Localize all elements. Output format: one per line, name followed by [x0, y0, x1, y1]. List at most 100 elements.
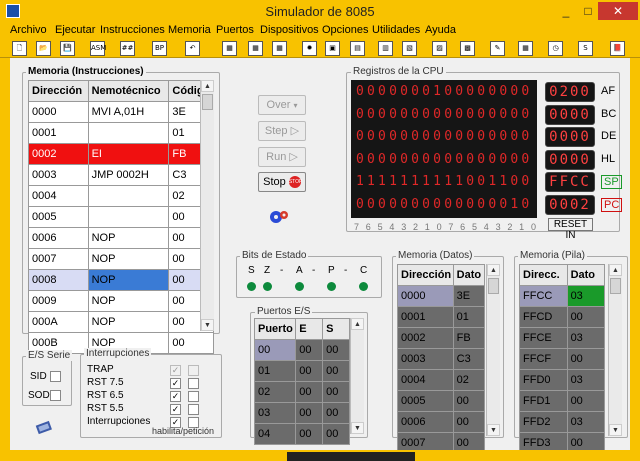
row-mnemonic[interactable]: MVI A,01H	[87, 101, 170, 123]
port-number[interactable]: 02	[253, 381, 297, 403]
data-value[interactable]: 02	[452, 369, 486, 391]
data-value[interactable]: 01	[452, 306, 486, 328]
port-out[interactable]: 00	[322, 360, 350, 382]
data-row[interactable]: 0002 FB	[397, 327, 486, 349]
menu-opciones[interactable]: Opciones	[322, 24, 368, 36]
row-address[interactable]: 0003	[28, 164, 89, 186]
instruction-row[interactable]: 0006 NOP 00	[28, 227, 214, 249]
register-hex-sp[interactable]: FFCC	[545, 172, 595, 192]
row-address[interactable]: 0008	[28, 269, 89, 291]
row-mnemonic[interactable]: NOP	[87, 269, 170, 291]
asm-icon[interactable]: ASM	[90, 41, 106, 56]
instruction-row[interactable]: 0008 NOP 00	[28, 269, 214, 291]
menu-utilidades[interactable]: Utilidades	[372, 24, 420, 36]
data-address[interactable]: 0005	[397, 390, 454, 412]
stack-row[interactable]: FFCC 03	[519, 285, 606, 307]
port-in[interactable]: 00	[295, 423, 324, 445]
row-address[interactable]: 0009	[28, 290, 89, 312]
scroll-down-arrow[interactable]: ▼	[487, 424, 500, 436]
data-address[interactable]: 0001	[397, 306, 454, 328]
instruction-row[interactable]: 0007 NOP 00	[28, 248, 214, 270]
data-address[interactable]: 0004	[397, 369, 454, 391]
scroll-up-arrow[interactable]: ▲	[201, 80, 214, 92]
row-mnemonic[interactable]: NOP	[87, 311, 170, 333]
port-row[interactable]: 02 00 00	[253, 381, 350, 403]
port-number[interactable]: 00	[253, 339, 297, 361]
open-file-icon[interactable]: 📂	[36, 41, 51, 56]
instruction-row[interactable]: 0003 JMP 0002H C3	[28, 164, 214, 186]
switch-device-icon[interactable]: ▩	[460, 41, 475, 56]
data-address[interactable]: 0002	[397, 327, 454, 349]
calc-icon[interactable]: ▦	[518, 41, 533, 56]
interrupt-request-checkbox[interactable]	[188, 365, 199, 376]
data-row[interactable]: 0003 C3	[397, 348, 486, 370]
menu-instrucciones[interactable]: Instrucciones	[100, 24, 165, 36]
scroll-down-arrow[interactable]: ▼	[609, 424, 622, 436]
menu-dispositivos[interactable]: Dispositivos	[260, 24, 319, 36]
data-value[interactable]: 00	[452, 411, 486, 433]
row-address[interactable]: 0002	[28, 143, 89, 165]
data-value[interactable]: FB	[452, 327, 486, 349]
led-device-icon[interactable]: ✹	[302, 41, 317, 56]
port-number[interactable]: 03	[253, 402, 297, 424]
instruction-row[interactable]: 0000 MVI A,01H 3E	[28, 101, 214, 123]
col-e[interactable]: E	[295, 318, 324, 340]
port-number[interactable]: 01	[253, 360, 297, 382]
scroll-up-arrow[interactable]: ▲	[487, 264, 500, 276]
breakpoint-icon[interactable]: BP	[152, 41, 167, 56]
stack-value[interactable]: 00	[566, 348, 606, 370]
data-address[interactable]: 0000	[397, 285, 454, 307]
data-value[interactable]: C3	[452, 348, 486, 370]
register-hex-af[interactable]: 0200	[545, 82, 595, 102]
col-dato[interactable]: Dato	[566, 264, 606, 286]
terminal-device-icon[interactable]: ▨	[432, 41, 447, 56]
port-out[interactable]: 00	[322, 381, 350, 403]
row-mnemonic[interactable]: EI	[87, 143, 170, 165]
scroll-down-arrow[interactable]: ▼	[201, 319, 214, 331]
memory-red-icon[interactable]: ▦	[222, 41, 237, 56]
stack-address[interactable]: FFCE	[519, 327, 568, 349]
menu-ayuda[interactable]: Ayuda	[425, 24, 456, 36]
data-row[interactable]: 0004 02	[397, 369, 486, 391]
ports-scrollbar[interactable]: ▲ ▼	[350, 318, 364, 434]
instruction-row[interactable]: 0005 00	[28, 206, 214, 228]
data-row[interactable]: 0005 00	[397, 390, 486, 412]
col-nemotecnico[interactable]: Nemotécnico	[87, 80, 170, 102]
run-button[interactable]: Run ▷	[258, 147, 306, 167]
row-address[interactable]: 0007	[28, 248, 89, 270]
row-mnemonic[interactable]	[87, 206, 170, 228]
close-button[interactable]: ✕	[598, 2, 638, 20]
row-address[interactable]: 000A	[28, 311, 89, 333]
col-direcc[interactable]: Direcc.	[519, 264, 568, 286]
row-address[interactable]: 0005	[28, 206, 89, 228]
interrupt-enable-checkbox[interactable]: ✓	[170, 391, 181, 402]
row-mnemonic[interactable]: NOP	[87, 290, 170, 312]
undo-icon[interactable]: ↶	[185, 41, 200, 56]
stack-address[interactable]: FFD1	[519, 390, 568, 412]
data-row[interactable]: 0001 01	[397, 306, 486, 328]
data-row[interactable]: 0000 3E	[397, 285, 486, 307]
menu-ejecutar[interactable]: Ejecutar	[55, 24, 95, 36]
memory-red-3-icon[interactable]: ▦	[272, 41, 287, 56]
stack-row[interactable]: FFD2 03	[519, 411, 606, 433]
battery-device-icon[interactable]: ▥	[378, 41, 393, 56]
data-address[interactable]: 0006	[397, 411, 454, 433]
stack-value[interactable]: 03	[566, 411, 606, 433]
interrupt-request-checkbox[interactable]	[188, 404, 199, 415]
instruction-row[interactable]: 0004 02	[28, 185, 214, 207]
port-in[interactable]: 00	[295, 360, 324, 382]
menu-puertos[interactable]: Puertos	[216, 24, 254, 36]
row-address[interactable]: 0006	[28, 227, 89, 249]
row-address[interactable]: 0001	[28, 122, 89, 144]
menu-memoria[interactable]: Memoria	[168, 24, 211, 36]
interrupt-request-checkbox[interactable]	[188, 378, 199, 389]
port-in[interactable]: 00	[295, 381, 324, 403]
stop-button[interactable]: Stop STOP	[258, 172, 306, 192]
data-address[interactable]: 0003	[397, 348, 454, 370]
stack-value[interactable]: 03	[566, 327, 606, 349]
data-memory-scrollbar[interactable]: ▲ ▼	[486, 264, 500, 436]
register-hex-de[interactable]: 0000	[545, 127, 595, 147]
hash-icon[interactable]: ##	[120, 41, 135, 56]
stack-address[interactable]: FFCC	[519, 285, 568, 307]
scroll-thumb[interactable]	[488, 278, 499, 294]
